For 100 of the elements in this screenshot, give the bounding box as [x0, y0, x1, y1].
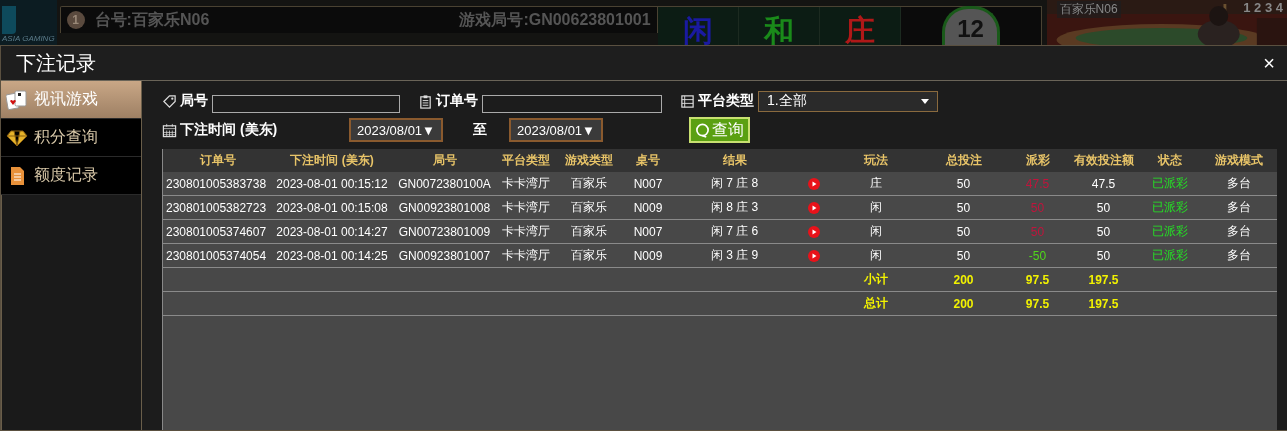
summary-cell: 97.5	[1006, 291, 1069, 316]
calendar-icon	[162, 122, 177, 138]
column-header: 玩法	[831, 149, 921, 172]
table-cell: 闲	[831, 243, 921, 268]
time-label: 下注时间 (美东)	[180, 121, 279, 139]
date-dropdown[interactable]: 2023/08/01▼	[349, 118, 443, 142]
order-input[interactable]	[482, 94, 662, 113]
table-cell: 已派彩	[1138, 172, 1201, 196]
table-cell: 230801005374607	[163, 219, 273, 244]
summary-cell: 197.5	[1069, 291, 1138, 316]
table-cell: 闲 7 庄 6	[673, 219, 796, 244]
table-cell: N007	[623, 172, 673, 196]
table-cell: GN00923801007	[391, 243, 498, 268]
table-cell: 已派彩	[1138, 195, 1201, 220]
table-cell: 50	[921, 243, 1006, 268]
table-cell: 50	[1069, 219, 1138, 244]
sidebar-item[interactable]: 积分查询	[1, 119, 141, 157]
summary-cell: 200	[921, 291, 1006, 316]
table-cell: 已派彩	[1138, 219, 1201, 244]
tag-icon	[162, 93, 177, 109]
table-cell: 多台	[1201, 172, 1277, 196]
table-cell: 闲	[831, 219, 921, 244]
table-cell: 50	[1006, 195, 1069, 220]
table-cell: 闲	[831, 195, 921, 220]
column-header: 订单号	[163, 149, 273, 172]
table-cell: 50	[1006, 219, 1069, 244]
table-cell: 多台	[1201, 219, 1277, 244]
sidebar-item[interactable]: 额度记录	[1, 157, 141, 195]
table-cell: 多台	[1201, 243, 1277, 268]
table-cell: N007	[623, 219, 673, 244]
summary-cell: 97.5	[1006, 267, 1069, 292]
column-header: 状态	[1138, 149, 1201, 172]
column-header: 总投注	[921, 149, 1006, 172]
table-cell: 闲 3 庄 9	[673, 243, 796, 268]
countdown-timer: 12	[941, 6, 1000, 45]
summary-label: 总计	[831, 291, 921, 316]
dialog-title: 下注记录	[16, 50, 96, 76]
diamond-icon	[6, 127, 28, 148]
table-cell: -50	[1006, 243, 1069, 268]
column-header: 游戏类型	[554, 149, 623, 172]
playing-cards-icon	[6, 89, 28, 110]
column-header: 结果	[673, 149, 796, 172]
round-label: 局号	[180, 92, 208, 110]
table-cell: N009	[623, 243, 673, 268]
play-icon[interactable]	[807, 178, 820, 191]
table-name: 台号:百家乐N06	[94, 9, 210, 30]
table-cell: 230801005382723	[163, 195, 273, 220]
search-icon	[695, 122, 710, 138]
table-cell: 百家乐	[554, 243, 623, 268]
platform-label: 平台类型	[698, 92, 754, 110]
table-cell: 2023-08-01 00:15:08	[273, 195, 391, 220]
table-cell: 47.5	[1069, 172, 1138, 196]
table-cell: 卡卡湾厅	[498, 172, 554, 196]
table-cell: GN00723801009	[391, 219, 498, 244]
caret-icon	[921, 98, 929, 104]
play-icon[interactable]	[807, 250, 820, 263]
table-badge: 1	[66, 11, 85, 29]
table-cell: GN0072380100A	[391, 172, 498, 196]
table-cell: 50	[921, 195, 1006, 220]
round-input[interactable]	[212, 94, 400, 113]
summary-cell: 197.5	[1069, 267, 1138, 292]
table-cell: 闲 8 庄 3	[673, 195, 796, 220]
column-header: 下注时间 (美东)	[273, 149, 391, 172]
column-header: 派彩	[1006, 149, 1069, 172]
table-cell: 47.5	[1006, 172, 1069, 196]
table-cell: GN00923801008	[391, 195, 498, 220]
table-cell: 百家乐	[554, 195, 623, 220]
table-cell: 庄	[831, 172, 921, 196]
table-cell: 已派彩	[1138, 243, 1201, 268]
to-label: 至	[473, 121, 487, 139]
table-cell: 卡卡湾厅	[498, 243, 554, 268]
video-label: 百家乐N06	[1056, 1, 1121, 18]
date-dropdown[interactable]: 2023/08/01▼	[509, 118, 603, 142]
table-cell: 230801005383738	[163, 172, 273, 196]
column-header: 桌号	[623, 149, 673, 172]
table-cell: 百家乐	[554, 219, 623, 244]
column-header: 局号	[391, 149, 498, 172]
order-label: 订单号	[436, 92, 478, 110]
round-id: 游戏局号:GN00623801001	[459, 9, 651, 30]
table-cell: 百家乐	[554, 172, 623, 196]
table-cell: 卡卡湾厅	[498, 219, 554, 244]
summary-cell: 200	[921, 267, 1006, 292]
table-cell: 卡卡湾厅	[498, 195, 554, 220]
list-icon	[680, 93, 695, 109]
table-cell: 多台	[1201, 195, 1277, 220]
close-button[interactable]: ×	[1259, 51, 1279, 75]
play-icon[interactable]	[807, 202, 820, 215]
logo-text: ASIA GAMING	[2, 34, 55, 43]
column-header: 有效投注额	[1069, 149, 1138, 172]
clipboard-icon	[418, 93, 433, 109]
play-icon[interactable]	[807, 226, 820, 239]
table-cell: 50	[1069, 195, 1138, 220]
table-cell: 230801005374054	[163, 243, 273, 268]
platform-select[interactable]: 1.全部	[758, 90, 938, 112]
table-cell: 50	[921, 219, 1006, 244]
summary-label: 小计	[831, 267, 921, 292]
table-cell: 闲 7 庄 8	[673, 172, 796, 196]
table-cell: 50	[921, 172, 1006, 196]
table-cell: 2023-08-01 00:14:27	[273, 219, 391, 244]
table-cell: N009	[623, 195, 673, 220]
